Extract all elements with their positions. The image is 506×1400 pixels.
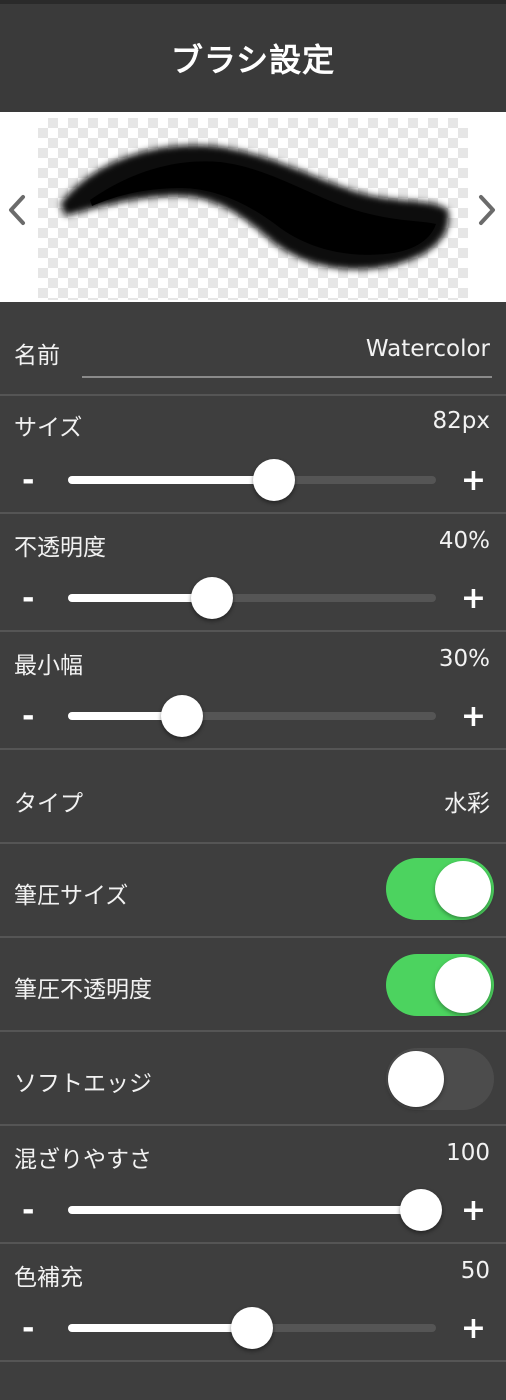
pressure-opacity-row: 筆圧不透明度 [0, 938, 506, 1032]
brush-preview [0, 112, 506, 302]
toggle-knob [388, 1051, 444, 1107]
size-decrease-button[interactable]: - [22, 466, 34, 496]
blend-slider[interactable] [68, 1189, 443, 1231]
name-row: 名前 Watercolor [0, 302, 506, 396]
title-bar: ブラシ設定 [0, 0, 506, 112]
color-fill-increase-button[interactable]: + [461, 1314, 486, 1344]
previous-brush-button[interactable] [2, 190, 32, 230]
soft-edge-toggle[interactable] [386, 1048, 494, 1110]
opacity-decrease-button[interactable]: - [22, 584, 34, 614]
chevron-left-icon [9, 195, 25, 225]
color-fill-row: 色補充 50 - + [0, 1244, 506, 1362]
min-width-value: 30% [438, 646, 490, 672]
size-label: サイズ [14, 415, 83, 441]
size-slider-thumb[interactable] [253, 459, 296, 501]
name-label: 名前 [14, 343, 60, 369]
name-field[interactable]: Watercolor [366, 336, 490, 362]
soft-edge-label: ソフトエッジ [14, 1071, 152, 1097]
min-width-slider-thumb[interactable] [161, 695, 204, 737]
min-width-decrease-button[interactable]: - [22, 702, 34, 732]
color-fill-slider[interactable] [68, 1307, 436, 1349]
opacity-label: 不透明度 [14, 535, 106, 561]
opacity-slider[interactable] [68, 577, 436, 619]
color-fill-label: 色補充 [14, 1265, 83, 1291]
opacity-increase-button[interactable]: + [461, 584, 486, 614]
blend-decrease-button[interactable]: - [22, 1196, 34, 1226]
size-value: 82px [432, 408, 490, 434]
blend-slider-thumb[interactable] [400, 1189, 443, 1231]
min-width-slider[interactable] [68, 695, 436, 737]
pressure-size-label: 筆圧サイズ [14, 883, 129, 909]
pressure-opacity-label: 筆圧不透明度 [14, 977, 152, 1003]
size-increase-button[interactable]: + [461, 466, 486, 496]
blend-label: 混ざりやすさ [14, 1147, 152, 1173]
min-width-increase-button[interactable]: + [461, 702, 486, 732]
color-fill-value: 50 [460, 1258, 490, 1284]
name-field-underline [82, 376, 492, 378]
min-width-label: 最小幅 [14, 653, 83, 679]
color-fill-decrease-button[interactable]: - [22, 1314, 34, 1344]
toggle-knob [435, 957, 491, 1013]
color-fill-slider-thumb[interactable] [231, 1307, 273, 1349]
opacity-slider-fill [68, 594, 212, 602]
chevron-right-icon [479, 195, 495, 225]
type-label: タイプ [14, 791, 83, 817]
pressure-opacity-toggle[interactable] [386, 954, 494, 1016]
opacity-slider-thumb[interactable] [190, 577, 233, 619]
blend-value: 100 [446, 1140, 490, 1166]
brush-stroke-preview [60, 145, 449, 270]
min-width-row: 最小幅 30% - + [0, 632, 506, 750]
type-row[interactable]: タイプ 水彩 [0, 750, 506, 844]
toggle-knob [435, 861, 491, 917]
color-fill-slider-fill [68, 1324, 252, 1332]
blend-slider-fill [68, 1206, 422, 1214]
soft-edge-row: ソフトエッジ [0, 1032, 506, 1126]
opacity-row: 不透明度 40% - + [0, 514, 506, 632]
pressure-size-row: 筆圧サイズ [0, 844, 506, 938]
size-row: サイズ 82px - + [0, 396, 506, 514]
page-title: ブラシ設定 [170, 41, 336, 79]
blend-row: 混ざりやすさ 100 - + [0, 1126, 506, 1244]
type-value[interactable]: 水彩 [444, 784, 490, 818]
pressure-size-toggle[interactable] [386, 858, 494, 920]
size-slider-fill [68, 476, 275, 484]
opacity-value: 40% [438, 528, 490, 554]
size-slider[interactable] [68, 459, 436, 501]
blend-increase-button[interactable]: + [461, 1196, 486, 1226]
next-brush-button[interactable] [472, 190, 502, 230]
